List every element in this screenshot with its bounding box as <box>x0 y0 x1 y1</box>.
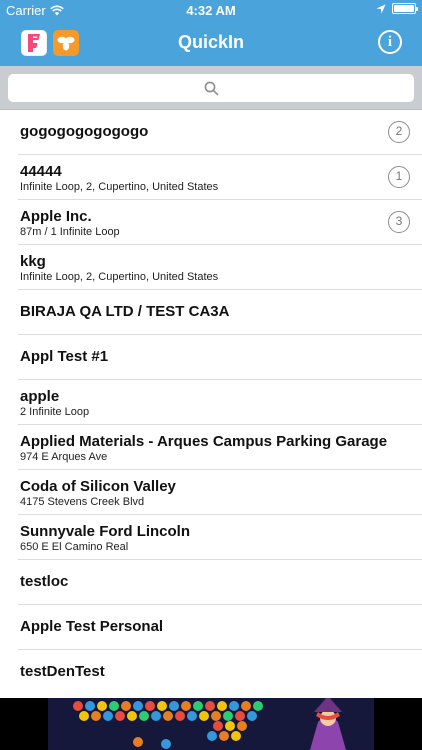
bubble-game-ad-art <box>48 698 374 750</box>
list-item[interactable]: Sunnyvale Ford Lincoln 650 E El Camino R… <box>18 515 422 560</box>
venue-name: testloc <box>20 573 69 590</box>
venue-address: 4175 Stevens Creek Blvd <box>20 496 145 508</box>
venue-name: apple <box>20 388 60 405</box>
checkin-count-badge: 2 <box>388 121 410 143</box>
venue-name: BIRAJA QA LTD / TEST CA3A <box>20 303 230 320</box>
venue-list: gogogogogogogo 2 44444 Infinite Loop, 2,… <box>0 110 422 698</box>
status-bar: Carrier 4:32 AM <box>0 0 422 20</box>
venue-name: Appl Test #1 <box>20 348 109 365</box>
venue-address: 2 Infinite Loop <box>20 406 90 418</box>
venue-name: Applied Materials - Arques Campus Parkin… <box>20 433 388 450</box>
list-item[interactable]: testloc <box>18 560 422 605</box>
search-input[interactable] <box>8 74 414 102</box>
search-icon <box>204 81 218 95</box>
venue-name: 44444 <box>20 163 62 180</box>
venue-address: Infinite Loop, 2, Cupertino, United Stat… <box>20 271 219 283</box>
status-time: 4:32 AM <box>186 3 236 18</box>
info-button[interactable]: i <box>378 30 402 54</box>
venue-name: gogogogogogogo <box>20 123 149 140</box>
ad-banner[interactable] <box>0 698 422 750</box>
search-bar <box>0 66 422 110</box>
list-item[interactable]: apple 2 Infinite Loop <box>18 380 422 425</box>
venue-address: 650 E El Camino Real <box>20 541 129 553</box>
list-item[interactable]: Apple Test Personal <box>18 605 422 650</box>
venue-address: 87m / 1 Infinite Loop <box>20 226 120 238</box>
location-arrow-icon <box>376 4 386 13</box>
ad-image <box>48 698 374 750</box>
status-right <box>376 3 418 14</box>
venue-name: Apple Inc. <box>20 208 92 225</box>
checkin-count-badge: 3 <box>388 211 410 233</box>
list-item[interactable]: Applied Materials - Arques Campus Parkin… <box>18 425 422 470</box>
venue-name: Coda of Silicon Valley <box>20 478 176 495</box>
header: Carrier 4:32 AM QuickIn i <box>0 0 422 66</box>
list-item[interactable]: Coda of Silicon Valley 4175 Stevens Cree… <box>18 470 422 515</box>
venue-address: 974 E Arques Ave <box>20 451 108 463</box>
navigation-bar: QuickIn i <box>0 20 422 66</box>
checkin-count-badge: 1 <box>388 166 410 188</box>
venue-name: kkg <box>20 253 46 270</box>
list-item[interactable]: 44444 Infinite Loop, 2, Cupertino, Unite… <box>18 155 422 200</box>
list-item[interactable]: kkg Infinite Loop, 2, Cupertino, United … <box>18 245 422 290</box>
venue-address: Infinite Loop, 2, Cupertino, United Stat… <box>20 181 219 193</box>
list-item[interactable]: BIRAJA QA LTD / TEST CA3A <box>18 290 422 335</box>
info-icon: i <box>387 34 393 50</box>
list-item[interactable]: testDenTest <box>18 650 422 695</box>
venue-name: Apple Test Personal <box>20 618 164 635</box>
venue-name: testDenTest <box>20 663 105 680</box>
list-item[interactable]: gogogogogogogo 2 <box>18 110 422 155</box>
venue-name: Sunnyvale Ford Lincoln <box>20 523 191 540</box>
page-title: QuickIn <box>177 32 244 52</box>
list-item[interactable]: Apple Inc. 87m / 1 Infinite Loop 3 <box>18 200 422 245</box>
list-item[interactable]: Appl Test #1 <box>18 335 422 380</box>
battery-icon <box>392 3 418 14</box>
